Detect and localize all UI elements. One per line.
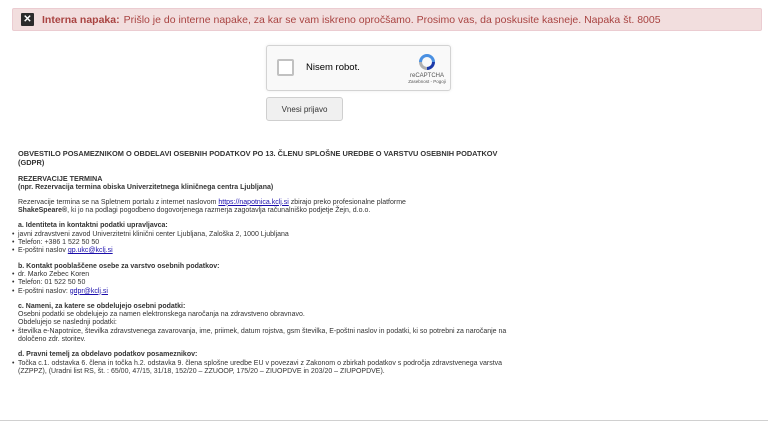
list-item: E-poštni naslov: gdpr@kclj.si bbox=[12, 287, 508, 297]
section-subtitle: (npr. Rezervacija termina obiska Univerz… bbox=[18, 183, 274, 191]
portal-link[interactable]: https://napotnica.kclj.si bbox=[218, 199, 288, 206]
error-alert: ✕ Interna napaka: Prišlo je do interne n… bbox=[12, 8, 762, 31]
section-a: a. Identiteta in kontaktni podatki uprav… bbox=[12, 222, 508, 256]
controller-email-link[interactable]: gp.ukc@kclj.si bbox=[68, 247, 113, 254]
submit-booking-button[interactable]: Vnesi prijavo bbox=[266, 97, 343, 121]
list-item: javni zdravstveni zavod Univerzitetni kl… bbox=[12, 231, 508, 240]
section-c: c. Nameni, za katere se obdelujejo osebn… bbox=[12, 302, 508, 345]
section-title: REZERVACIJE TERMINA bbox=[18, 174, 103, 184]
list-item: E-poštni naslov gp.ukc@kclj.si bbox=[12, 247, 508, 256]
close-icon: ✕ bbox=[21, 13, 34, 26]
privacy-notice: OBVESTILO POSAMEZNIKOM O OBDELAVI OSEBNI… bbox=[12, 149, 508, 383]
list-item: Telefon: 01 522 50 50 bbox=[12, 279, 508, 288]
intro-text-post: , ki jo na podlagi pogodbeno dogovorjene… bbox=[67, 207, 371, 215]
platform-name: ShakeSpeare® bbox=[18, 207, 68, 215]
intro-text-pre: Rezervacije termina se na Spletnem porta… bbox=[18, 198, 219, 206]
email-label: E-poštni naslov: bbox=[18, 287, 70, 295]
section-c-text: Obdelujejo se naslednji podatki: bbox=[18, 319, 117, 327]
list-item: številka e-Napotnice, številka zdravstve… bbox=[12, 328, 508, 345]
section-c-text: Osebni podatki se obdelujejo za namen el… bbox=[18, 311, 305, 319]
section-b-title: b. Kontakt pooblaščene osebe za varstvo … bbox=[18, 262, 220, 270]
intro-text-mid: zbirajo preko profesionalne platforme bbox=[288, 198, 406, 206]
email-label: E-poštni naslov bbox=[18, 247, 68, 255]
alert-title: Interna napaka: bbox=[42, 13, 120, 26]
section-c-title: c. Nameni, za katere se obdelujejo osebn… bbox=[18, 302, 186, 310]
list-item: Točka c.1. odstavka 6. člena in točka h.… bbox=[12, 360, 508, 377]
recaptcha-icon bbox=[419, 54, 435, 70]
notice-heading: OBVESTILO POSAMEZNIKOM O OBDELAVI OSEBNI… bbox=[18, 149, 498, 167]
list-item: Telefon: +386 1 522 50 50 bbox=[12, 239, 508, 248]
intro-paragraph: Rezervacije termina se na Spletnem porta… bbox=[18, 199, 508, 216]
dpo-email-link[interactable]: gdpr@kclj.si bbox=[70, 288, 108, 295]
section-d: d. Pravni temelj za obdelavo podatkov po… bbox=[12, 351, 508, 377]
recaptcha-logo: reCAPTCHA Zasebnost - Pogoji bbox=[405, 52, 449, 84]
recaptcha-widget: Nisem robot. reCAPTCHA Zasebnost - Pogoj… bbox=[266, 45, 451, 91]
list-item: dr. Marko Zebec Koren bbox=[12, 271, 508, 280]
section-b: b. Kontakt pooblaščene osebe za varstvo … bbox=[12, 262, 508, 297]
recaptcha-label: Nisem robot. bbox=[306, 62, 360, 73]
section-d-title: d. Pravni temelj za obdelavo podatkov po… bbox=[18, 351, 198, 359]
recaptcha-links[interactable]: Zasebnost - Pogoji bbox=[405, 79, 449, 84]
section-booking: REZERVACIJE TERMINA (npr. Rezervacija te… bbox=[18, 174, 508, 192]
section-a-title: a. Identiteta in kontaktni podatki uprav… bbox=[18, 222, 168, 230]
alert-message: Prišlo je do interne napake, za kar se v… bbox=[123, 13, 661, 26]
recaptcha-checkbox[interactable] bbox=[277, 59, 294, 76]
